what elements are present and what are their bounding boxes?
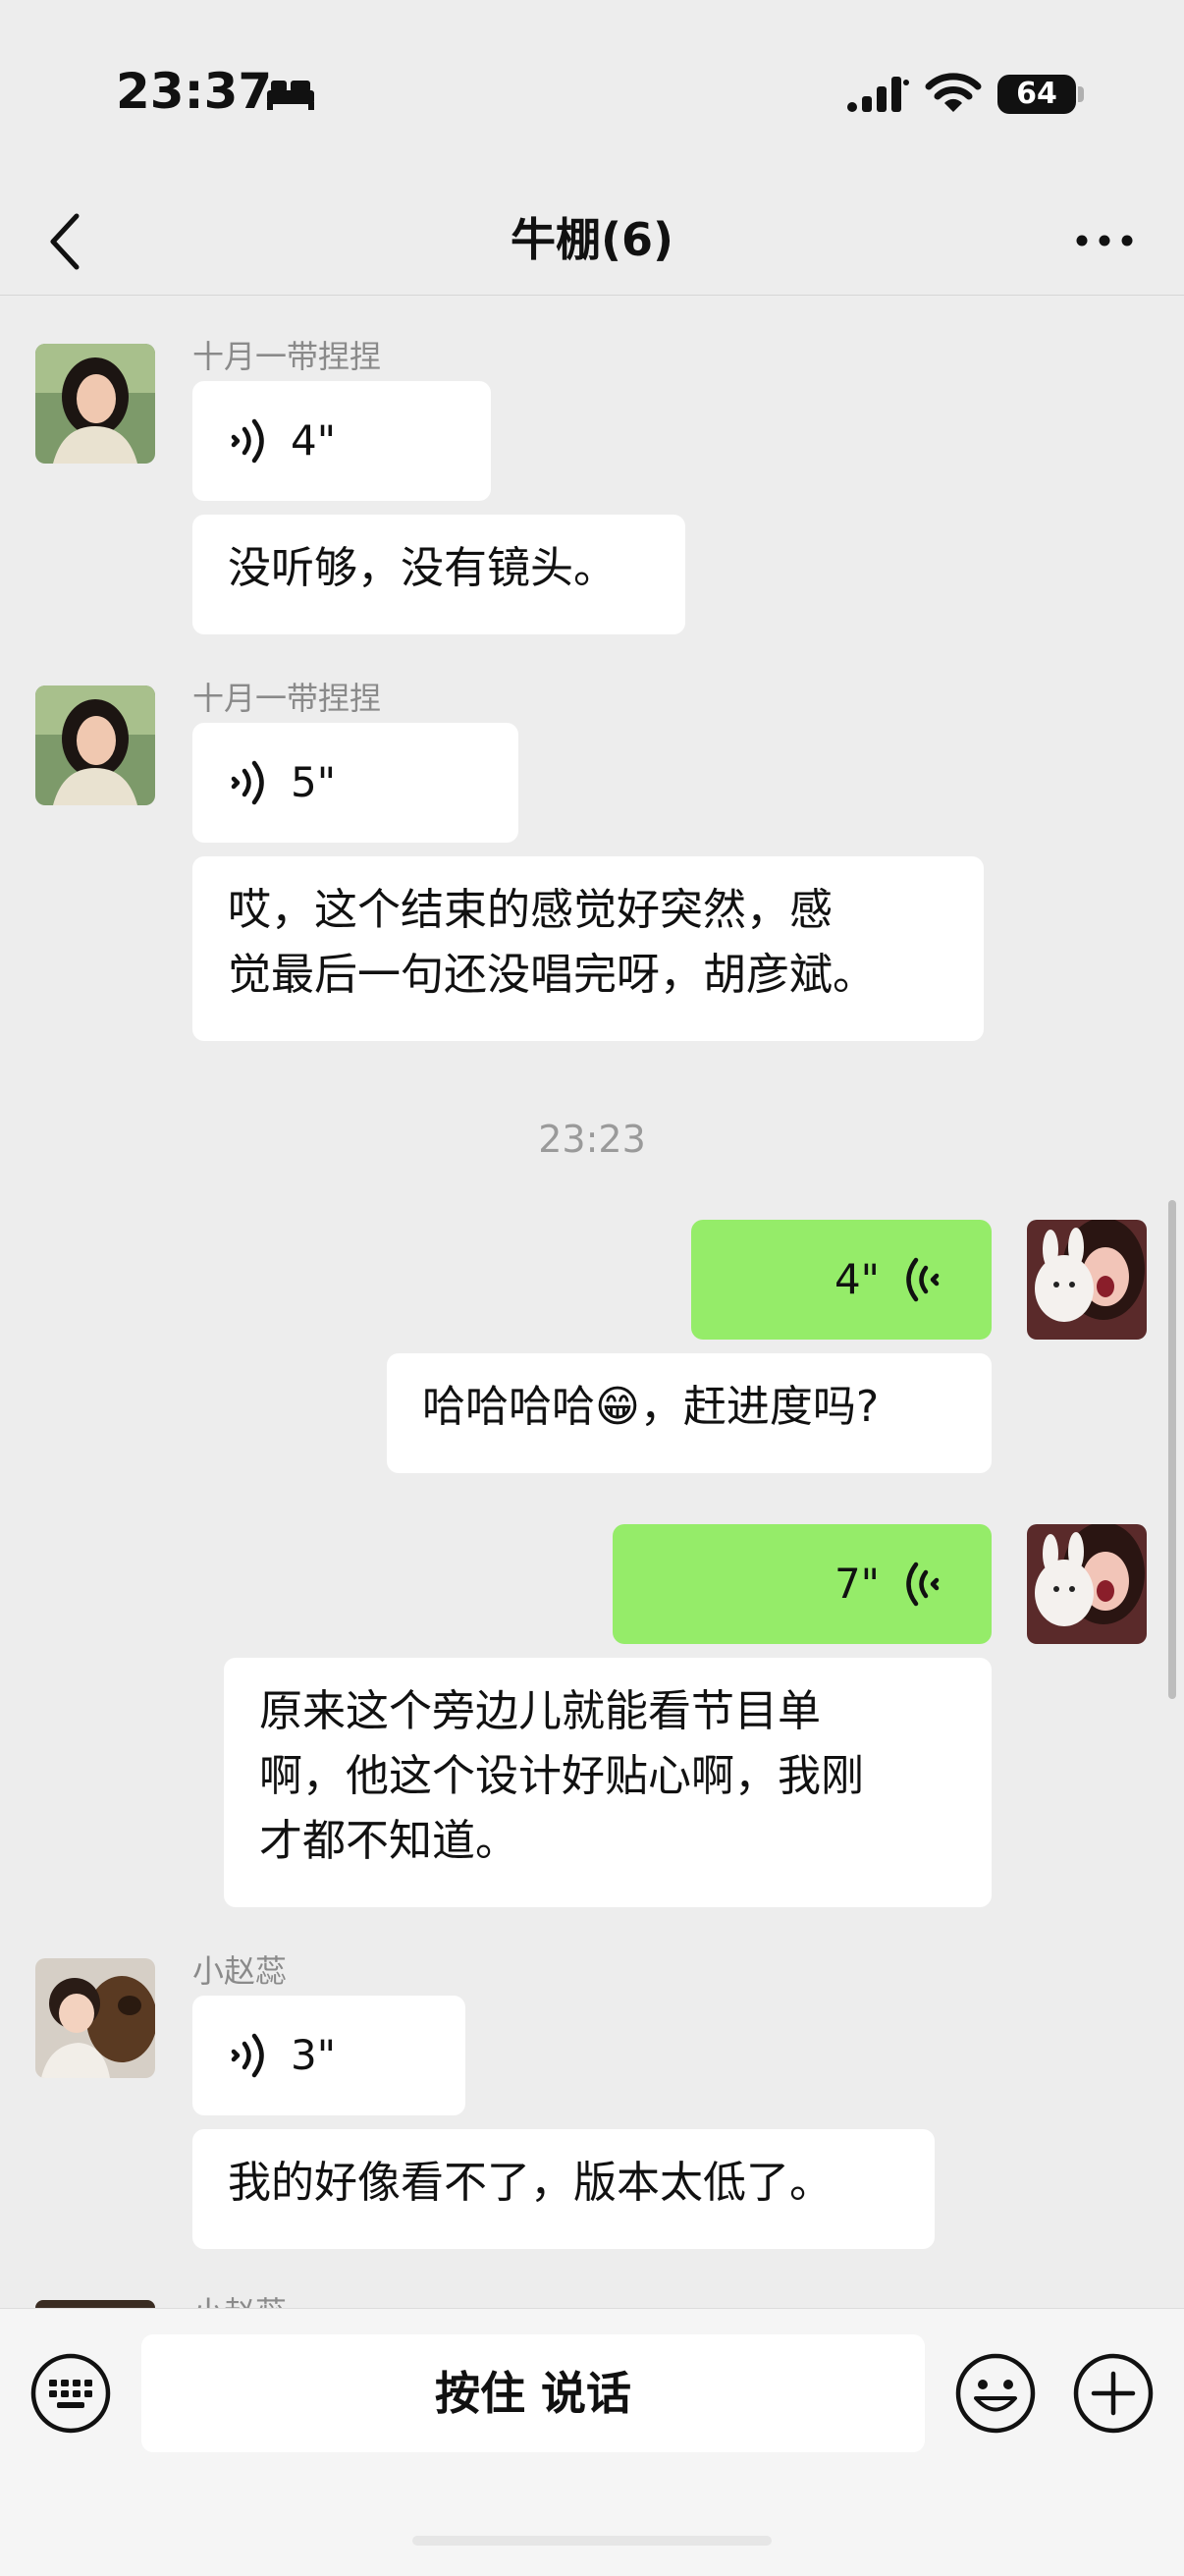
- avatar-self[interactable]: [1027, 1524, 1147, 1644]
- sender-name: 小赵蕊: [192, 1952, 288, 1990]
- hold-to-talk-button[interactable]: 按住 说话: [141, 2334, 925, 2452]
- status-bar: 23:37 64: [0, 0, 1184, 187]
- message-text: ，赶进度吗?: [639, 1382, 880, 1432]
- voice-message[interactable]: 4": [192, 381, 491, 501]
- text-message[interactable]: 没听够，没有镜头。: [192, 515, 685, 634]
- sender-name: 十月一带捏捏: [192, 338, 382, 375]
- text-message[interactable]: 我的好像看不了，版本太低了。: [192, 2129, 935, 2249]
- voice-duration: 4": [291, 416, 337, 465]
- cellular-signal-icon: [847, 77, 909, 112]
- voice-wave-icon: [906, 1257, 940, 1302]
- text-message-self[interactable]: 哈哈哈哈😁，赶进度吗?: [387, 1353, 992, 1473]
- home-indicator: [412, 2536, 772, 2546]
- text-message[interactable]: 哎，这个结束的感觉好突然，感 觉最后一句还没唱完呀，胡彦斌。: [192, 856, 984, 1041]
- voice-message-self[interactable]: 7": [613, 1524, 992, 1644]
- message-text-line: 原来这个旁边儿就能看节目单: [259, 1686, 821, 1736]
- keyboard-icon[interactable]: [29, 2352, 112, 2435]
- battery-tip: [1078, 86, 1084, 102]
- avatar-xiaozhaorui[interactable]: [35, 1958, 155, 2078]
- sender-name: 十月一带捏捏: [192, 680, 382, 717]
- message-text-line: 觉最后一句还没唱完呀，胡彦斌。: [228, 950, 876, 1000]
- voice-message-self[interactable]: 4": [691, 1220, 992, 1340]
- voice-message[interactable]: 5": [192, 723, 518, 843]
- message-text-line: 哎，这个结束的感觉好突然，感: [228, 885, 833, 935]
- message-text: 没听够，没有镜头。: [228, 543, 617, 593]
- nav-bar: 牛棚(6): [0, 187, 1184, 296]
- voice-wave-icon: [231, 760, 264, 805]
- sleep-focus-icon: [267, 81, 314, 110]
- text-message-self[interactable]: 原来这个旁边儿就能看节目单 啊，他这个设计好贴心啊，我刚 才都不知道。: [224, 1658, 992, 1907]
- status-time: 23:37: [116, 63, 273, 120]
- battery-level: 64: [997, 75, 1076, 114]
- voice-wave-icon: [231, 2033, 264, 2078]
- chat-timestamp: 23:23: [538, 1118, 646, 1161]
- message-text: 哈哈哈哈: [422, 1382, 595, 1432]
- avatar-shiyue[interactable]: [35, 685, 155, 805]
- voice-duration: 4": [834, 1255, 880, 1303]
- avatar-shiyue[interactable]: [35, 344, 155, 464]
- voice-wave-icon: [906, 1562, 940, 1607]
- emoji-icon[interactable]: [954, 2352, 1037, 2435]
- message-text-line: 啊，他这个设计好贴心啊，我刚: [259, 1751, 864, 1801]
- voice-duration: 5": [291, 758, 337, 806]
- wifi-icon: [925, 73, 982, 112]
- message-text: 我的好像看不了，版本太低了。: [228, 2158, 833, 2208]
- avatar-self[interactable]: [1027, 1220, 1147, 1340]
- chat-title: 牛棚(6): [510, 213, 674, 266]
- voice-message[interactable]: 3": [192, 1996, 465, 2115]
- voice-wave-icon: [231, 418, 264, 464]
- voice-duration: 3": [291, 2031, 337, 2079]
- more-options-icon[interactable]: [1070, 216, 1139, 265]
- voice-duration: 7": [834, 1560, 880, 1608]
- add-more-icon[interactable]: [1072, 2352, 1155, 2435]
- grinning-emoji: 😁: [595, 1382, 640, 1432]
- scrollbar[interactable]: [1168, 1200, 1176, 1699]
- avatar-xiaozhaorui[interactable]: [35, 2300, 155, 2308]
- message-text-line: 才都不知道。: [259, 1816, 518, 1866]
